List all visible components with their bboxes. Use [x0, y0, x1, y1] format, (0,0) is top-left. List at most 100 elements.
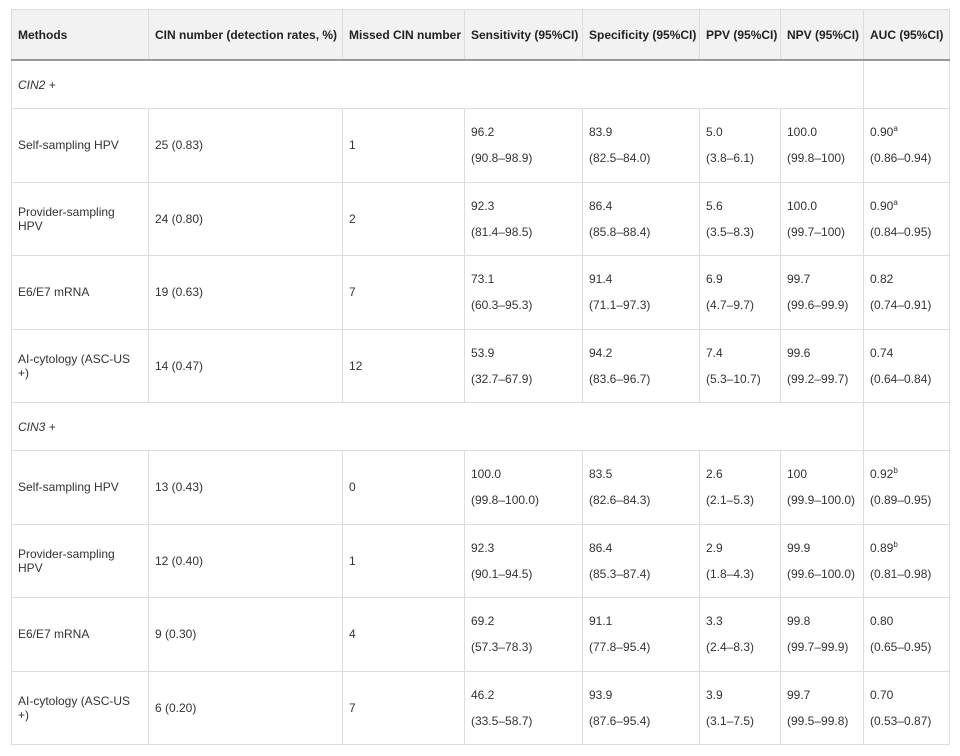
cell-ci: (99.7–100) [787, 224, 846, 239]
value-text: 6.9 [706, 272, 723, 287]
spec-cell: 83.9 (82.5–84.0) [582, 108, 700, 183]
cell-ci: (90.1–94.5) [471, 566, 533, 581]
cell-ci: (3.5–8.3) [706, 224, 755, 239]
cell-value: 99.7 [787, 682, 857, 708]
auc-cell: 0.80 (0.65–0.95) [863, 597, 950, 672]
sens-cell: 92.3 (90.1–94.5) [464, 523, 583, 598]
value-text: 83.9 [589, 125, 613, 140]
table-row: E6/E7 mRNA 9 (0.30) 4 69.2 (57.3–78.3) 91.1 (7… [11, 597, 950, 672]
method-cell: E6/E7 mRNA [11, 597, 149, 672]
value-text: 2.6 [706, 467, 723, 482]
auc-cell: 0.89b (0.81–0.98) [863, 523, 950, 598]
cell-ci: (0.64–0.84) [870, 371, 932, 386]
value-text: 91.4 [589, 272, 613, 287]
cin-number-cell: 25 (0.83) [148, 108, 343, 183]
method-cell: Self-sampling HPV [11, 108, 149, 183]
cell-ci: (0.74–0.91) [870, 298, 932, 313]
group-empty-cell [863, 402, 950, 451]
cell-value: 93.9 [589, 682, 693, 708]
value-text: 0.90 [870, 198, 894, 213]
value-text: 7.4 [706, 345, 723, 360]
cell-ci: (82.6–84.3) [589, 493, 651, 508]
group-row: CIN2 + [11, 59, 950, 109]
cell-value: 0.70 [870, 682, 943, 708]
header-missed-cin: Missed CIN number [342, 9, 465, 61]
ppv-cell: 2.9 (1.8–4.3) [699, 523, 781, 598]
table-row: Provider-sampling HPV 24 (0.80) 2 92.3 (81.4… [11, 181, 950, 256]
value-text: 92.3 [471, 540, 495, 555]
table-row: Provider-sampling HPV 12 (0.40) 1 92.3 (90.1… [11, 523, 950, 598]
table-row: Self-sampling HPV 13 (0.43) 0 100.0 (99.8–10… [11, 450, 950, 525]
cell-value: 100.0 [787, 119, 857, 145]
value-text: 0.74 [870, 345, 894, 360]
value-text: 96.2 [471, 125, 495, 140]
cell-ci: (99.7–99.9) [787, 640, 849, 655]
ppv-cell: 6.9 (4.7–9.7) [699, 255, 781, 330]
auc-cell: 0.90a (0.84–0.95) [863, 181, 950, 256]
cell-ci: (0.86–0.94) [870, 151, 932, 166]
npv-cell: 100 (99.9–100.0) [780, 450, 864, 525]
value-text: 0.92 [870, 467, 894, 482]
value-text: 69.2 [471, 614, 495, 629]
method-cell: AI-cytology (ASC-US +) [11, 670, 149, 745]
cell-ci: (4.7–9.7) [706, 298, 755, 313]
method-cell: Self-sampling HPV [11, 450, 149, 525]
value-text: 3.9 [706, 687, 723, 702]
cell-value: 91.1 [589, 608, 693, 634]
cell-value: 91.4 [589, 266, 693, 292]
method-cell: AI-cytology (ASC-US +) [11, 328, 149, 403]
header-row: Methods CIN number (detection rates, %) … [11, 9, 950, 61]
cell-value: 6.9 [706, 266, 774, 292]
cell-ci: (3.8–6.1) [706, 151, 755, 166]
value-text: 100.0 [787, 125, 818, 140]
npv-cell: 99.9 (99.6–100.0) [780, 523, 864, 598]
cell-ci: (57.3–78.3) [471, 640, 533, 655]
method-cell: Provider-sampling HPV [11, 181, 149, 256]
missed-cin-cell: 4 [342, 597, 465, 672]
cell-value: 92.3 [471, 193, 576, 219]
cell-value: 86.4 [589, 193, 693, 219]
npv-cell: 99.8 (99.7–99.9) [780, 597, 864, 672]
group-label: CIN2 + [11, 59, 864, 109]
cell-ci: (85.3–87.4) [589, 566, 651, 581]
table-row: Self-sampling HPV 25 (0.83) 1 96.2 (90.8–98.… [11, 108, 950, 183]
cell-value: 86.4 [589, 535, 693, 561]
npv-cell: 99.7 (99.5–99.8) [780, 670, 864, 745]
cell-ci: (99.6–100.0) [787, 566, 856, 581]
table-row: AI-cytology (ASC-US +) 14 (0.47) 12 53.9 (32… [11, 328, 950, 403]
missed-cin-cell: 12 [342, 328, 465, 403]
value-text: 5.6 [706, 198, 723, 213]
cell-value: 0.74 [870, 340, 943, 366]
value-text: 94.2 [589, 345, 613, 360]
cell-value: 0.89b [870, 535, 943, 561]
ppv-cell: 3.9 (3.1–7.5) [699, 670, 781, 745]
cin-number-cell: 14 (0.47) [148, 328, 343, 403]
spec-cell: 91.1 (77.8–95.4) [582, 597, 700, 672]
cell-value: 3.9 [706, 682, 774, 708]
cell-value: 0.90a [870, 193, 943, 219]
cell-value: 0.90a [870, 119, 943, 145]
missed-cin-cell: 7 [342, 670, 465, 745]
ppv-cell: 2.6 (2.1–5.3) [699, 450, 781, 525]
value-text: 99.8 [787, 614, 811, 629]
cell-ci: (32.7–67.9) [471, 371, 533, 386]
cell-value: 99.7 [787, 266, 857, 292]
group-row: CIN3 + [11, 402, 950, 451]
header-auc: AUC (95%CI) [863, 9, 950, 61]
spec-cell: 83.5 (82.6–84.3) [582, 450, 700, 525]
ppv-cell: 5.0 (3.8–6.1) [699, 108, 781, 183]
cell-value: 99.6 [787, 340, 857, 366]
cell-ci: (99.2–99.7) [787, 371, 849, 386]
table-row: AI-cytology (ASC-US +) 6 (0.20) 7 46.2 (33.5… [11, 670, 950, 745]
auc-cell: 0.74 (0.64–0.84) [863, 328, 950, 403]
value-text: 0.82 [870, 272, 894, 287]
spec-cell: 93.9 (87.6–95.4) [582, 670, 700, 745]
sens-cell: 92.3 (81.4–98.5) [464, 181, 583, 256]
group-empty-cell [863, 59, 950, 109]
npv-cell: 99.6 (99.2–99.7) [780, 328, 864, 403]
cell-ci: (1.8–4.3) [706, 566, 755, 581]
sens-cell: 69.2 (57.3–78.3) [464, 597, 583, 672]
value-text: 3.3 [706, 614, 723, 629]
value-text: 0.70 [870, 687, 894, 702]
value-text: 86.4 [589, 198, 613, 213]
